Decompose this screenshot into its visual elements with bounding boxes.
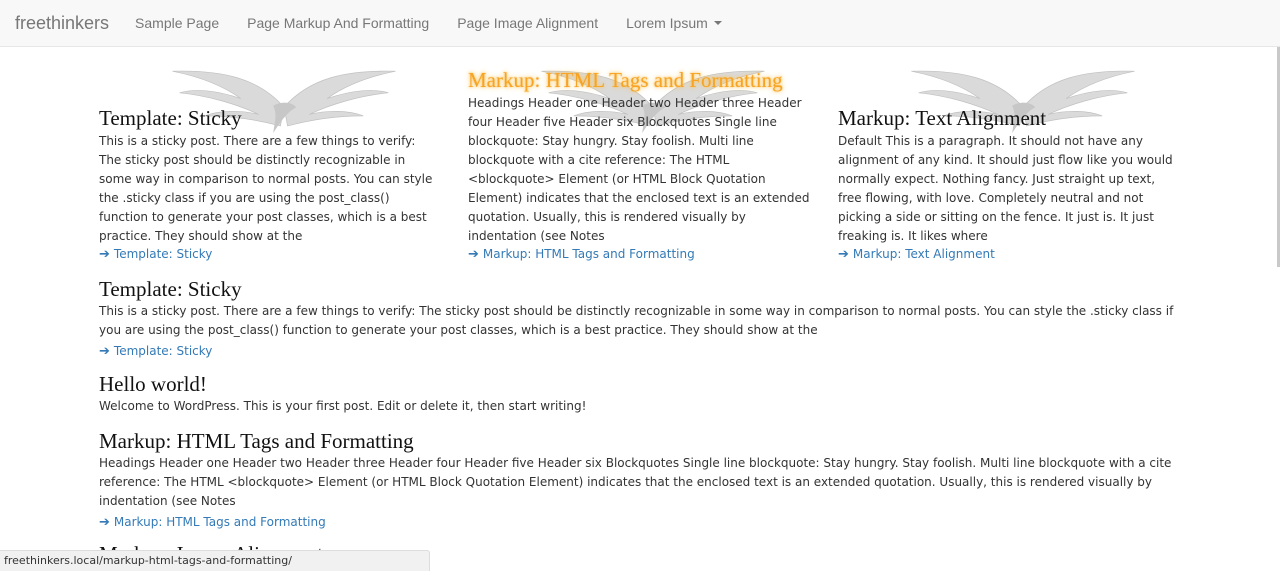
nav-page-markup[interactable]: Page Markup And Formatting — [233, 15, 443, 31]
post-read-more-label: Template: Sticky — [113, 344, 213, 358]
featured-post-3: Markup: Text Alignment Default This is a… — [838, 64, 1183, 264]
post-excerpt: Headings Header one Header two Header th… — [99, 456, 1172, 508]
featured-post-title[interactable]: Template: Sticky — [99, 106, 242, 130]
featured-post-link-label: Template: Sticky — [113, 247, 213, 261]
arrow-right-icon: ➔ — [99, 515, 110, 530]
nav-lorem-ipsum-dropdown[interactable]: Lorem Ipsum — [612, 15, 736, 31]
featured-post-2: Markup: HTML Tags and Formatting Heading… — [468, 64, 813, 264]
featured-post-1: Template: Sticky This is a sticky post. … — [99, 64, 444, 264]
featured-post-link-label: Markup: HTML Tags and Formatting — [482, 247, 695, 261]
post-excerpt: Welcome to WordPress. This is your first… — [99, 399, 587, 413]
nav-lorem-ipsum-label: Lorem Ipsum — [626, 15, 708, 31]
top-navbar: freethinkers Sample Page Page Markup And… — [0, 0, 1280, 47]
browser-status-bar: freethinkers.local/markup-html-tags-and-… — [0, 550, 430, 571]
featured-post-excerpt: Default This is a paragraph. It should n… — [838, 134, 1173, 243]
featured-post-link-label: Markup: Text Alignment — [852, 247, 995, 261]
arrow-right-icon: ➔ — [838, 247, 849, 262]
arrow-right-icon: ➔ — [468, 247, 479, 262]
site-brand[interactable]: freethinkers — [15, 13, 109, 34]
post-title[interactable]: Markup: HTML Tags and Formatting — [99, 429, 1174, 453]
post-read-more-link[interactable]: ➔ Markup: HTML Tags and Formatting — [99, 513, 326, 532]
caret-down-icon — [713, 21, 722, 25]
post-read-more-link[interactable]: ➔ Template: Sticky — [99, 342, 212, 361]
post-entry-html-tags: Markup: HTML Tags and Formatting Heading… — [99, 429, 1174, 532]
featured-post-link[interactable]: ➔ Template: Sticky — [99, 245, 212, 264]
featured-post-title[interactable]: Markup: HTML Tags and Formatting — [468, 68, 783, 92]
post-title[interactable]: Template: Sticky — [99, 277, 1174, 301]
featured-post-excerpt: Headings Header one Header two Header th… — [468, 96, 810, 243]
arrow-right-icon: ➔ — [99, 344, 110, 359]
arrow-right-icon: ➔ — [99, 247, 110, 262]
post-read-more-label: Markup: HTML Tags and Formatting — [113, 515, 326, 529]
featured-post-link[interactable]: ➔ Markup: Text Alignment — [838, 245, 995, 264]
post-excerpt: This is a sticky post. There are a few t… — [99, 304, 1174, 337]
post-entry-sticky: Template: Sticky This is a sticky post. … — [99, 277, 1174, 361]
featured-post-excerpt: This is a sticky post. There are a few t… — [99, 134, 433, 243]
featured-post-title[interactable]: Markup: Text Alignment — [838, 106, 1046, 130]
post-title[interactable]: Hello world! — [99, 372, 1174, 396]
post-entry-hello-world: Hello world! Welcome to WordPress. This … — [99, 372, 1174, 416]
nav-page-image-alignment[interactable]: Page Image Alignment — [443, 15, 612, 31]
featured-post-link[interactable]: ➔ Markup: HTML Tags and Formatting — [468, 245, 695, 264]
nav-sample-page[interactable]: Sample Page — [121, 15, 233, 31]
